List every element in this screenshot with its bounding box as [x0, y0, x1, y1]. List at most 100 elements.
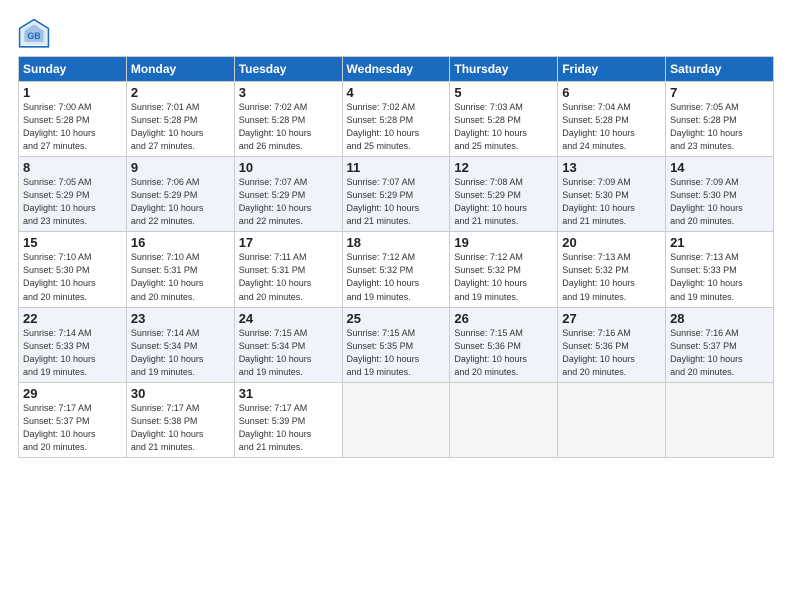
page: GB SundayMondayTuesdayWednesdayThursdayF…: [0, 0, 792, 612]
week-row-1: 1Sunrise: 7:00 AM Sunset: 5:28 PM Daylig…: [19, 82, 774, 157]
day-info: Sunrise: 7:16 AM Sunset: 5:37 PM Dayligh…: [670, 327, 769, 379]
day-number: 31: [239, 386, 338, 401]
day-number: 30: [131, 386, 230, 401]
day-info: Sunrise: 7:12 AM Sunset: 5:32 PM Dayligh…: [347, 251, 446, 303]
col-header-tuesday: Tuesday: [234, 57, 342, 82]
day-number: 22: [23, 311, 122, 326]
day-number: 20: [562, 235, 661, 250]
calendar-cell: 3Sunrise: 7:02 AM Sunset: 5:28 PM Daylig…: [234, 82, 342, 157]
day-info: Sunrise: 7:04 AM Sunset: 5:28 PM Dayligh…: [562, 101, 661, 153]
week-row-3: 15Sunrise: 7:10 AM Sunset: 5:30 PM Dayli…: [19, 232, 774, 307]
calendar-cell: [666, 382, 774, 457]
calendar-cell: 24Sunrise: 7:15 AM Sunset: 5:34 PM Dayli…: [234, 307, 342, 382]
calendar-cell: 5Sunrise: 7:03 AM Sunset: 5:28 PM Daylig…: [450, 82, 558, 157]
col-header-thursday: Thursday: [450, 57, 558, 82]
col-header-friday: Friday: [558, 57, 666, 82]
header: GB: [18, 18, 774, 50]
day-number: 16: [131, 235, 230, 250]
calendar-cell: 14Sunrise: 7:09 AM Sunset: 5:30 PM Dayli…: [666, 157, 774, 232]
week-row-2: 8Sunrise: 7:05 AM Sunset: 5:29 PM Daylig…: [19, 157, 774, 232]
day-number: 29: [23, 386, 122, 401]
day-info: Sunrise: 7:16 AM Sunset: 5:36 PM Dayligh…: [562, 327, 661, 379]
calendar-cell: 13Sunrise: 7:09 AM Sunset: 5:30 PM Dayli…: [558, 157, 666, 232]
calendar-cell: 8Sunrise: 7:05 AM Sunset: 5:29 PM Daylig…: [19, 157, 127, 232]
calendar-cell: 2Sunrise: 7:01 AM Sunset: 5:28 PM Daylig…: [126, 82, 234, 157]
svg-text:GB: GB: [27, 31, 40, 41]
calendar-cell: 12Sunrise: 7:08 AM Sunset: 5:29 PM Dayli…: [450, 157, 558, 232]
day-number: 26: [454, 311, 553, 326]
day-info: Sunrise: 7:09 AM Sunset: 5:30 PM Dayligh…: [670, 176, 769, 228]
day-info: Sunrise: 7:11 AM Sunset: 5:31 PM Dayligh…: [239, 251, 338, 303]
day-info: Sunrise: 7:05 AM Sunset: 5:29 PM Dayligh…: [23, 176, 122, 228]
calendar-cell: 16Sunrise: 7:10 AM Sunset: 5:31 PM Dayli…: [126, 232, 234, 307]
day-info: Sunrise: 7:17 AM Sunset: 5:37 PM Dayligh…: [23, 402, 122, 454]
header-row: SundayMondayTuesdayWednesdayThursdayFrid…: [19, 57, 774, 82]
day-number: 17: [239, 235, 338, 250]
calendar-cell: 19Sunrise: 7:12 AM Sunset: 5:32 PM Dayli…: [450, 232, 558, 307]
day-info: Sunrise: 7:00 AM Sunset: 5:28 PM Dayligh…: [23, 101, 122, 153]
day-number: 2: [131, 85, 230, 100]
calendar-cell: 4Sunrise: 7:02 AM Sunset: 5:28 PM Daylig…: [342, 82, 450, 157]
calendar-cell: 10Sunrise: 7:07 AM Sunset: 5:29 PM Dayli…: [234, 157, 342, 232]
calendar-cell: 7Sunrise: 7:05 AM Sunset: 5:28 PM Daylig…: [666, 82, 774, 157]
day-info: Sunrise: 7:14 AM Sunset: 5:34 PM Dayligh…: [131, 327, 230, 379]
week-row-4: 22Sunrise: 7:14 AM Sunset: 5:33 PM Dayli…: [19, 307, 774, 382]
calendar-cell: [342, 382, 450, 457]
day-number: 15: [23, 235, 122, 250]
week-row-5: 29Sunrise: 7:17 AM Sunset: 5:37 PM Dayli…: [19, 382, 774, 457]
day-number: 7: [670, 85, 769, 100]
calendar-cell: 17Sunrise: 7:11 AM Sunset: 5:31 PM Dayli…: [234, 232, 342, 307]
logo: GB: [18, 18, 56, 50]
day-number: 5: [454, 85, 553, 100]
calendar-cell: 21Sunrise: 7:13 AM Sunset: 5:33 PM Dayli…: [666, 232, 774, 307]
calendar-cell: 31Sunrise: 7:17 AM Sunset: 5:39 PM Dayli…: [234, 382, 342, 457]
calendar-cell: 1Sunrise: 7:00 AM Sunset: 5:28 PM Daylig…: [19, 82, 127, 157]
day-info: Sunrise: 7:02 AM Sunset: 5:28 PM Dayligh…: [347, 101, 446, 153]
day-number: 23: [131, 311, 230, 326]
day-number: 8: [23, 160, 122, 175]
day-info: Sunrise: 7:13 AM Sunset: 5:32 PM Dayligh…: [562, 251, 661, 303]
calendar-cell: 29Sunrise: 7:17 AM Sunset: 5:37 PM Dayli…: [19, 382, 127, 457]
calendar-cell: 15Sunrise: 7:10 AM Sunset: 5:30 PM Dayli…: [19, 232, 127, 307]
calendar-cell: 18Sunrise: 7:12 AM Sunset: 5:32 PM Dayli…: [342, 232, 450, 307]
calendar-cell: 6Sunrise: 7:04 AM Sunset: 5:28 PM Daylig…: [558, 82, 666, 157]
day-number: 1: [23, 85, 122, 100]
day-number: 4: [347, 85, 446, 100]
calendar-table: SundayMondayTuesdayWednesdayThursdayFrid…: [18, 56, 774, 458]
day-number: 9: [131, 160, 230, 175]
day-number: 11: [347, 160, 446, 175]
day-info: Sunrise: 7:15 AM Sunset: 5:35 PM Dayligh…: [347, 327, 446, 379]
day-info: Sunrise: 7:10 AM Sunset: 5:30 PM Dayligh…: [23, 251, 122, 303]
day-info: Sunrise: 7:02 AM Sunset: 5:28 PM Dayligh…: [239, 101, 338, 153]
calendar-cell: 25Sunrise: 7:15 AM Sunset: 5:35 PM Dayli…: [342, 307, 450, 382]
col-header-wednesday: Wednesday: [342, 57, 450, 82]
calendar-cell: 9Sunrise: 7:06 AM Sunset: 5:29 PM Daylig…: [126, 157, 234, 232]
day-info: Sunrise: 7:14 AM Sunset: 5:33 PM Dayligh…: [23, 327, 122, 379]
day-number: 28: [670, 311, 769, 326]
day-info: Sunrise: 7:10 AM Sunset: 5:31 PM Dayligh…: [131, 251, 230, 303]
day-info: Sunrise: 7:06 AM Sunset: 5:29 PM Dayligh…: [131, 176, 230, 228]
day-info: Sunrise: 7:15 AM Sunset: 5:36 PM Dayligh…: [454, 327, 553, 379]
day-info: Sunrise: 7:08 AM Sunset: 5:29 PM Dayligh…: [454, 176, 553, 228]
calendar-cell: 26Sunrise: 7:15 AM Sunset: 5:36 PM Dayli…: [450, 307, 558, 382]
day-number: 18: [347, 235, 446, 250]
day-number: 21: [670, 235, 769, 250]
calendar-cell: 11Sunrise: 7:07 AM Sunset: 5:29 PM Dayli…: [342, 157, 450, 232]
day-info: Sunrise: 7:15 AM Sunset: 5:34 PM Dayligh…: [239, 327, 338, 379]
day-info: Sunrise: 7:09 AM Sunset: 5:30 PM Dayligh…: [562, 176, 661, 228]
day-number: 24: [239, 311, 338, 326]
day-info: Sunrise: 7:13 AM Sunset: 5:33 PM Dayligh…: [670, 251, 769, 303]
calendar-cell: 28Sunrise: 7:16 AM Sunset: 5:37 PM Dayli…: [666, 307, 774, 382]
day-number: 14: [670, 160, 769, 175]
calendar-cell: 23Sunrise: 7:14 AM Sunset: 5:34 PM Dayli…: [126, 307, 234, 382]
col-header-saturday: Saturday: [666, 57, 774, 82]
calendar-cell: 27Sunrise: 7:16 AM Sunset: 5:36 PM Dayli…: [558, 307, 666, 382]
day-info: Sunrise: 7:17 AM Sunset: 5:39 PM Dayligh…: [239, 402, 338, 454]
calendar-cell: 22Sunrise: 7:14 AM Sunset: 5:33 PM Dayli…: [19, 307, 127, 382]
day-info: Sunrise: 7:03 AM Sunset: 5:28 PM Dayligh…: [454, 101, 553, 153]
col-header-sunday: Sunday: [19, 57, 127, 82]
logo-icon: GB: [18, 18, 50, 50]
day-info: Sunrise: 7:12 AM Sunset: 5:32 PM Dayligh…: [454, 251, 553, 303]
day-number: 19: [454, 235, 553, 250]
calendar-cell: [450, 382, 558, 457]
